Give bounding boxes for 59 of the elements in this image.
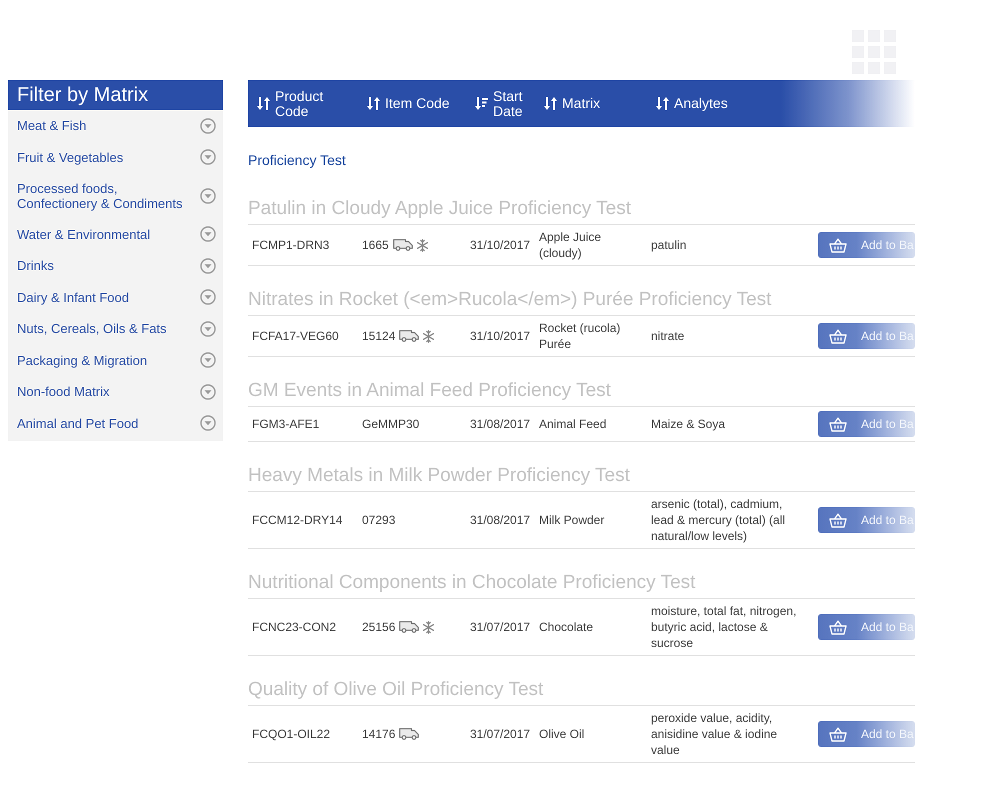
sidebar-item[interactable]: Processed foods, Confectionery & Condiments [8,173,223,218]
column-header[interactable]: Product Code [248,88,358,118]
sidebar-item[interactable]: Water & Environmental [8,218,223,250]
basket-icon [829,512,847,528]
item-code-cell: 07293 [362,512,396,528]
matrix-cell-text: Chocolate [538,619,594,636]
test-title: Nutritional Components in Chocolate Proficiency Test [248,571,696,594]
sidebar-item[interactable]: Animal and Pet Food [8,408,223,439]
analytes-cell-text: peroxide value, acidity, anisidine value & iodine value [650,710,778,759]
product-code-cell-text: FCMP1-DRN3 [251,237,330,254]
basket-icon [829,620,847,634]
column-header[interactable]: Analytes [647,96,812,111]
matrix-cell-text: Rocket (rucola) Purée [538,320,622,353]
start-date-cell-text: 31/08/2017 [469,416,532,433]
test-title: Quality of Olive Oil Proficiency Test [248,678,544,701]
sidebar-title: Filter by Matrix [8,80,223,110]
product-code-cell-text: FCFA17-VEG60 [251,328,340,345]
sidebar-item[interactable]: Dairy & Infant Food [8,282,223,313]
matrix-cell-text: Apple Juice (cloudy) [538,229,602,262]
matrix-cell-text: Animal Feed [538,416,608,433]
start-date-cell-text: 31/08/2017 [469,512,532,529]
basket-icon [829,238,847,252]
sidebar-item[interactable]: Meat & Fish [8,110,223,142]
section-link[interactable]: Proficiency Test [248,151,346,169]
start-date-cell-text: 31/10/2017 [469,237,532,254]
item-code-cell: 25156 [362,619,396,635]
product-code-cell-text: FCCM12-DRY14 [251,512,344,529]
start-date-cell-text: 31/10/2017 [469,328,532,345]
start-date-cell-text: 31/07/2017 [469,619,532,636]
sidebar-item[interactable]: Packaging & Migration [8,344,223,376]
column-header[interactable]: Item Code [358,96,466,111]
item-code-cell: 1665 [362,237,389,253]
product-code-cell-text: FCQO1-OIL22 [251,726,332,743]
item-code-cell: 14176 [362,726,396,742]
basket-icon [829,416,847,432]
test-title: GM Events in Animal Feed Proficiency Test [248,379,612,402]
analytes-cell-text: Maize & Soya [650,416,726,433]
item-code-cell: 15124 [362,328,396,344]
product-code-cell-text: FGM3-AFE1 [251,416,320,433]
sidebar-item[interactable]: Fruit & Vegetables [8,142,223,173]
analytes-cell-text: moisture, total fat, nitrogen, butyric acid, lactose & sucrose [650,603,798,652]
column-header[interactable]: Start Date [466,88,535,118]
test-title: Heavy Metals in Milk Powder Proficiency Test [248,464,631,487]
basket-icon [829,726,847,742]
sidebar-item[interactable]: Nuts, Cereals, Oils & Fats [8,313,223,344]
start-date-cell-text: 31/07/2017 [469,726,532,743]
product-code-cell-text: FCNC23-CON2 [251,619,338,636]
matrix-cell-text: Milk Powder [538,512,606,529]
sidebar-item[interactable]: Drinks [8,250,223,282]
matrix-cell-text: Olive Oil [538,726,586,743]
item-code-cell: GeMMP30 [362,416,420,432]
analytes-cell-text: patulin [650,237,688,254]
analytes-cell-text: nitrate [650,328,686,345]
column-header[interactable]: Matrix [535,96,647,111]
basket-icon [829,328,847,344]
test-title: Nitrates in Rocket (<em>Rucola</em>) Purée Proficiency Test [248,288,772,311]
analytes-cell-text: arsenic (total), cadmium, lead & mercury (total) (all natural/low levels) [650,496,786,545]
sidebar-item[interactable]: Non-food Matrix [8,376,223,408]
test-title: Patulin in Cloudy Apple Juice Proficiency Test [248,197,632,220]
